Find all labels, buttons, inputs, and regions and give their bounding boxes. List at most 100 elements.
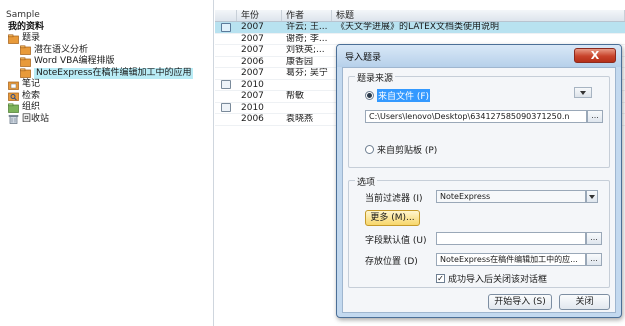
author-cell: 葛芬; 吴宁 bbox=[286, 68, 328, 78]
attachment-icon-cell bbox=[215, 103, 237, 114]
dialog-body: 题录来源 来自文件 (F) C:\Users\lenovo\Desktop\63… bbox=[342, 67, 616, 313]
tree-item-label: NoteExpress在稿件编辑加工中的应用 bbox=[34, 67, 194, 79]
tree-library-label[interactable]: 我的资料 bbox=[6, 21, 213, 33]
filter-select[interactable]: NoteExpress bbox=[436, 190, 586, 203]
source-group-label: 题录来源 bbox=[355, 71, 396, 84]
title-cell: 《天文学进展》的LATEX文档类使用说明 bbox=[336, 22, 500, 32]
tree-item-label: 题录 bbox=[22, 33, 41, 43]
filter-dropdown-button[interactable] bbox=[586, 190, 598, 203]
attachment-icon bbox=[221, 103, 231, 113]
tree-item-references[interactable]: 题录 bbox=[6, 33, 213, 45]
tree-item-label: 笔记 bbox=[22, 79, 41, 89]
save-location-browse-button[interactable]: ... bbox=[586, 253, 602, 266]
author-cell: 袁晓燕 bbox=[286, 114, 314, 124]
options-group: 选项 当前过滤器 (I) NoteExpress 更多 (M)... 字段默认值… bbox=[348, 175, 610, 288]
title-cell bbox=[332, 34, 625, 45]
start-import-button[interactable]: 开始导入 (S) bbox=[488, 294, 552, 310]
radio-dot bbox=[365, 91, 374, 100]
column-header-year[interactable]: 年份 bbox=[237, 10, 282, 21]
year-cell: 2006 bbox=[241, 114, 264, 124]
default-field-label: 字段默认值 (U) bbox=[365, 236, 427, 246]
from-file-label: 来自文件 (F) bbox=[377, 89, 431, 102]
tree-root-label[interactable]: Sample bbox=[6, 9, 213, 21]
radio-dot bbox=[365, 145, 374, 154]
tree-item-label: 回收站 bbox=[22, 113, 50, 124]
file-path-field[interactable]: C:\Users\lenovo\Desktop\6341275850903712… bbox=[365, 110, 587, 123]
attachment-icon bbox=[221, 80, 231, 90]
default-field-input[interactable] bbox=[436, 232, 586, 245]
tree-item-label: 潜在语义分析 bbox=[34, 44, 89, 55]
folder-icon bbox=[8, 34, 19, 44]
icon-cell bbox=[215, 68, 237, 79]
year-cell: 2010 bbox=[241, 79, 264, 90]
tree-item-label: Word VBA编程排版 bbox=[34, 56, 115, 66]
author-cell bbox=[282, 103, 332, 114]
attachment-icon-cell bbox=[215, 80, 237, 91]
more-button[interactable]: 更多 (M)... bbox=[365, 210, 420, 226]
author-cell: 帮敏 bbox=[286, 91, 305, 101]
dialog-titlebar[interactable]: 导入题录 X bbox=[337, 45, 621, 67]
subfolder-icon bbox=[20, 68, 31, 79]
subfolder-icon bbox=[20, 57, 31, 67]
icon-cell bbox=[215, 57, 237, 68]
icon-cell bbox=[215, 45, 237, 56]
default-field-browse-button[interactable]: ... bbox=[586, 232, 602, 245]
folder-tree: Sample 我的资料 题录 潜在语义分析 Word VBA编程排版 NoteE… bbox=[0, 0, 214, 326]
from-clipboard-label: 来自剪贴板 (P) bbox=[377, 146, 438, 156]
tree-item-label: 组织 bbox=[22, 102, 41, 112]
column-header-author[interactable]: 作者 bbox=[282, 10, 332, 21]
tree-item-label: 检索 bbox=[22, 90, 41, 101]
author-cell: 康香园 bbox=[286, 56, 314, 67]
close-after-import-label: 成功导入后关闭该对话框 bbox=[448, 275, 548, 285]
attachment-icon bbox=[221, 22, 231, 32]
dialog-title: 导入题录 bbox=[345, 53, 382, 63]
notes-folder-icon bbox=[8, 80, 19, 90]
tree-item-search[interactable]: 检索 bbox=[6, 91, 213, 103]
attachment-icon-cell bbox=[215, 22, 237, 33]
tree-item-notes[interactable]: 笔记 bbox=[6, 79, 213, 91]
tree-item-organize[interactable]: 组织 bbox=[6, 102, 213, 114]
year-cell: 2006 bbox=[241, 56, 264, 67]
tree-item-word-vba[interactable]: Word VBA编程排版 bbox=[6, 56, 213, 68]
file-format-dropdown[interactable] bbox=[574, 87, 592, 98]
year-cell: 2007 bbox=[241, 22, 264, 32]
year-cell: 2007 bbox=[241, 45, 264, 55]
table-row[interactable]: 2007 许云; 王... 《天文学进展》的LATEX文档类使用说明 bbox=[215, 22, 625, 34]
subfolder-icon bbox=[20, 45, 31, 56]
source-group: 题录来源 来自文件 (F) C:\Users\lenovo\Desktop\63… bbox=[348, 71, 610, 168]
tree-item-semantic-analysis[interactable]: 潜在语义分析 bbox=[6, 45, 213, 57]
file-browse-button[interactable]: ... bbox=[587, 110, 603, 123]
author-cell: 刘铁英;... bbox=[286, 45, 325, 55]
filter-label: 当前过滤器 (I) bbox=[365, 194, 423, 204]
author-cell bbox=[282, 80, 332, 91]
year-cell: 2010 bbox=[241, 102, 264, 113]
tree-item-noteexpress[interactable]: NoteExpress在稿件编辑加工中的应用 bbox=[6, 67, 213, 79]
year-cell: 2007 bbox=[241, 33, 264, 44]
icon-cell bbox=[215, 34, 237, 45]
from-clipboard-radio[interactable]: 来自剪贴板 (P) bbox=[365, 143, 437, 156]
checkmark-icon: ✓ bbox=[436, 273, 445, 283]
search-folder-icon bbox=[8, 91, 19, 102]
column-header-icon[interactable] bbox=[215, 10, 237, 21]
close-icon[interactable]: X bbox=[574, 48, 616, 63]
close-after-import-checkbox[interactable]: ✓ 成功导入后关闭该对话框 bbox=[436, 272, 547, 285]
year-cell: 2007 bbox=[241, 91, 264, 101]
year-cell: 2007 bbox=[241, 68, 264, 78]
author-cell: 许云; 王... bbox=[286, 22, 328, 32]
from-file-radio[interactable]: 来自文件 (F) bbox=[365, 89, 431, 102]
save-location-field[interactable]: NoteExpress在稿件编辑加工中的应... bbox=[436, 253, 586, 266]
tree-item-recycle-bin[interactable]: 回收站 bbox=[6, 114, 213, 126]
recycle-bin-icon bbox=[8, 114, 19, 125]
import-dialog: 导入题录 X 题录来源 来自文件 (F) C:\Users\lenovo\Des… bbox=[336, 44, 622, 318]
organize-folder-icon bbox=[8, 103, 19, 113]
list-header: 年份 作者 标题 bbox=[215, 10, 625, 22]
chevron-down-icon bbox=[580, 90, 586, 95]
icon-cell bbox=[215, 91, 237, 102]
options-group-label: 选项 bbox=[355, 175, 378, 188]
icon-cell bbox=[215, 114, 237, 125]
save-location-label: 存放位置 (D) bbox=[365, 257, 418, 267]
column-header-title[interactable]: 标题 bbox=[332, 10, 625, 21]
chevron-down-icon bbox=[589, 194, 595, 199]
close-button[interactable]: 关闭 bbox=[559, 294, 610, 310]
author-cell: 谢奇; 李... bbox=[286, 33, 328, 44]
